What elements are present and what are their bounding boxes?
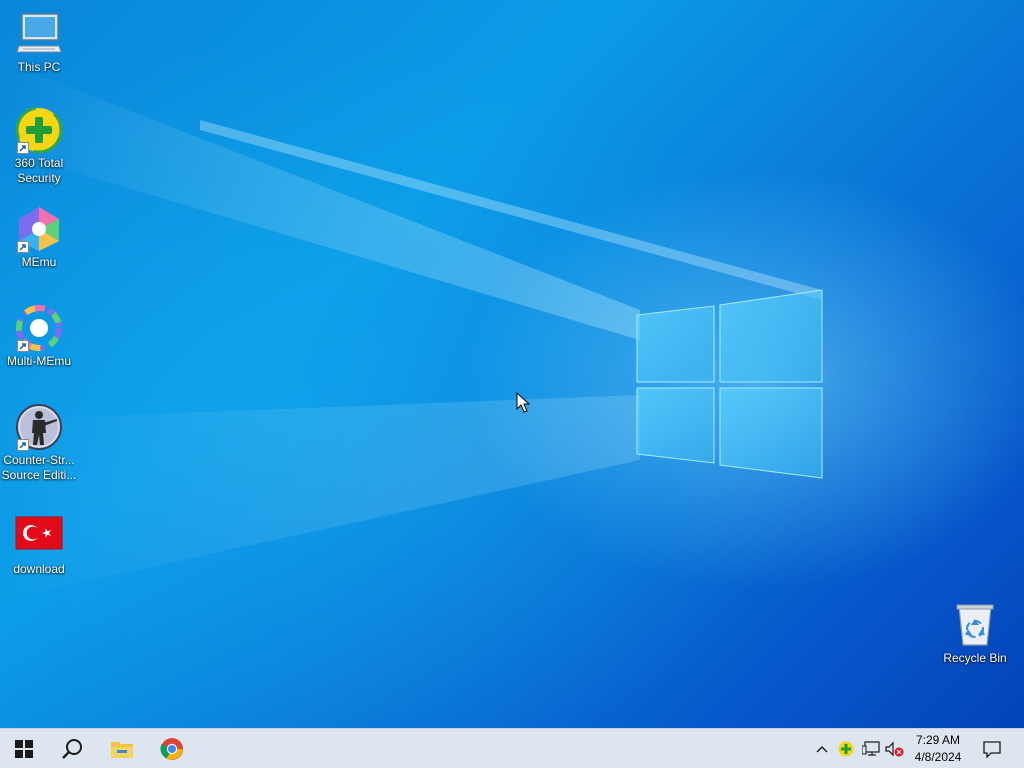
desktop-icon-label: Counter-Str... Source Editi... bbox=[1, 453, 77, 482]
desktop-icon-label: Multi-MEmu bbox=[6, 354, 71, 368]
desktop-icon-label: download bbox=[13, 562, 65, 576]
windows-logo bbox=[636, 289, 823, 479]
shortcut-arrow-icon bbox=[17, 142, 29, 154]
tray-volume[interactable] bbox=[884, 729, 906, 769]
tray-360[interactable] bbox=[836, 729, 856, 769]
clock-time: 7:29 AM bbox=[915, 733, 961, 747]
start-button[interactable] bbox=[0, 729, 48, 769]
action-center-button[interactable] bbox=[976, 729, 1008, 769]
network-icon bbox=[862, 741, 880, 756]
desktop-icon-label: Recycle Bin bbox=[943, 651, 1007, 665]
show-hidden-icons-button[interactable] bbox=[812, 729, 832, 769]
action-center-icon bbox=[983, 741, 1001, 758]
shortcut-arrow-icon bbox=[17, 241, 29, 253]
taskbar: 7:29 AM 4/8/2024 bbox=[0, 728, 1024, 768]
wallpaper bbox=[0, 60, 823, 600]
computer-icon bbox=[15, 10, 63, 58]
search-icon bbox=[62, 739, 82, 759]
desktop-icon-label: MEmu bbox=[21, 255, 57, 269]
desktop-icon-multi-memu[interactable]: Multi-MEmu bbox=[1, 304, 77, 369]
taskbar-clock[interactable]: 7:29 AM 4/8/2024 bbox=[908, 732, 968, 766]
chrome-icon bbox=[160, 738, 183, 760]
shortcut-arrow-icon bbox=[17, 340, 29, 352]
search-button[interactable] bbox=[48, 729, 96, 769]
windows-start-icon bbox=[15, 740, 33, 758]
desktop-icon-this-pc[interactable]: This PC bbox=[1, 10, 77, 75]
taskbar-chrome[interactable] bbox=[148, 729, 196, 769]
desktop-icon-memu[interactable]: MEmu bbox=[1, 205, 77, 270]
chevron-up-icon bbox=[816, 746, 828, 753]
desktop-icon-download[interactable]: download bbox=[1, 512, 77, 577]
taskbar-file-explorer[interactable] bbox=[98, 729, 146, 769]
memu-icon bbox=[15, 205, 63, 253]
volume-muted-icon bbox=[885, 741, 904, 757]
recycle-bin-icon bbox=[951, 601, 999, 649]
desktop-icon-label: This PC bbox=[17, 60, 61, 74]
shortcut-arrow-icon bbox=[17, 439, 29, 451]
counter-strike-icon bbox=[15, 403, 63, 451]
multi-memu-icon bbox=[15, 304, 63, 352]
360-total-security-icon bbox=[15, 106, 63, 154]
tray-network[interactable] bbox=[860, 729, 882, 769]
desktop[interactable]: This PC 360 Total Security MEmu Multi-ME… bbox=[0, 0, 1024, 728]
desktop-icon-recycle-bin[interactable]: Recycle Bin bbox=[937, 601, 1013, 666]
turkey-flag-icon bbox=[15, 512, 63, 560]
360-tray-icon bbox=[838, 741, 854, 757]
desktop-icon-label: 360 Total Security bbox=[14, 156, 64, 185]
desktop-icon-counter-strike[interactable]: Counter-Str... Source Editi... bbox=[1, 403, 77, 483]
desktop-icon-360-total-security[interactable]: 360 Total Security bbox=[1, 106, 77, 186]
clock-date: 4/8/2024 bbox=[914, 750, 962, 764]
file-explorer-icon bbox=[111, 742, 133, 758]
mouse-cursor-icon bbox=[516, 392, 530, 413]
